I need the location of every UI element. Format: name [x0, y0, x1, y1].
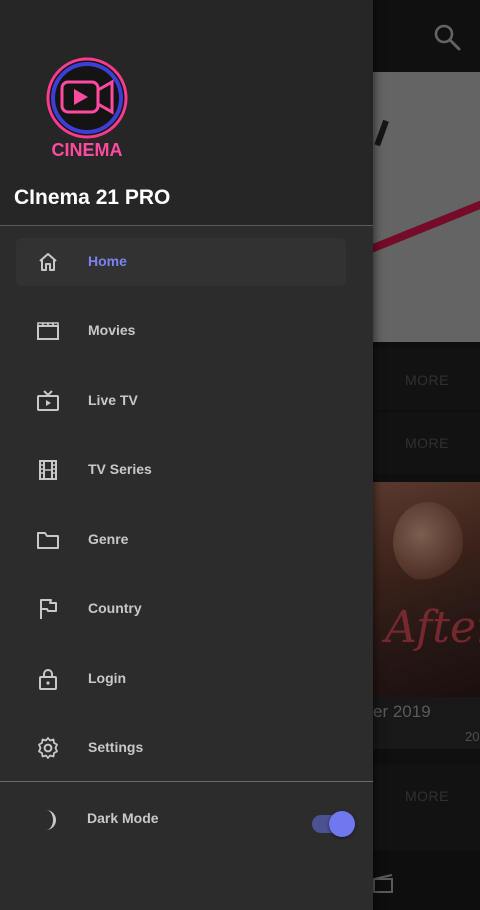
- flag-icon: [36, 597, 60, 621]
- menu-label: Genre: [88, 531, 129, 547]
- menu-item-country[interactable]: Country: [16, 585, 346, 633]
- menu-item-genre[interactable]: Genre: [16, 516, 346, 564]
- dark-mode-row: Dark Mode: [16, 796, 360, 844]
- app-name: CInema 21 PRO: [14, 186, 171, 209]
- toggle-thumb: [329, 811, 355, 837]
- dark-mode-label: Dark Mode: [87, 810, 159, 826]
- menu-label: Country: [88, 600, 142, 616]
- menu-label: Login: [88, 670, 127, 686]
- menu-item-tv-series[interactable]: TV Series: [16, 446, 346, 494]
- menu-item-login[interactable]: Login: [16, 655, 346, 703]
- home-icon: [36, 250, 60, 274]
- cinema-logo: CINEMA: [40, 54, 135, 164]
- navigation-drawer: CINEMA CInema 21 PRO Home Movies Live TV: [0, 0, 373, 910]
- tv-play-icon: [36, 389, 60, 413]
- menu-item-live-tv[interactable]: Live TV: [16, 377, 346, 425]
- dark-mode-toggle[interactable]: [312, 811, 356, 837]
- menu-label: Settings: [88, 739, 144, 755]
- moon-icon: [36, 808, 60, 832]
- menu-item-movies[interactable]: Movies: [16, 307, 346, 355]
- clapperboard-icon: [36, 319, 60, 343]
- menu-item-home[interactable]: Home: [16, 238, 346, 286]
- svg-text:CINEMA: CINEMA: [52, 140, 123, 160]
- drawer-header: CINEMA CInema 21 PRO: [0, 0, 373, 226]
- menu-label: Live TV: [88, 392, 138, 408]
- lock-icon: [36, 667, 60, 691]
- divider: [0, 781, 373, 782]
- menu-label: Home: [88, 253, 127, 269]
- film-strip-icon: [36, 458, 60, 482]
- menu-label: Movies: [88, 322, 136, 338]
- gear-icon: [36, 736, 60, 760]
- folder-icon: [36, 528, 60, 552]
- menu-label: TV Series: [88, 461, 152, 477]
- menu-item-settings[interactable]: Settings: [16, 724, 346, 772]
